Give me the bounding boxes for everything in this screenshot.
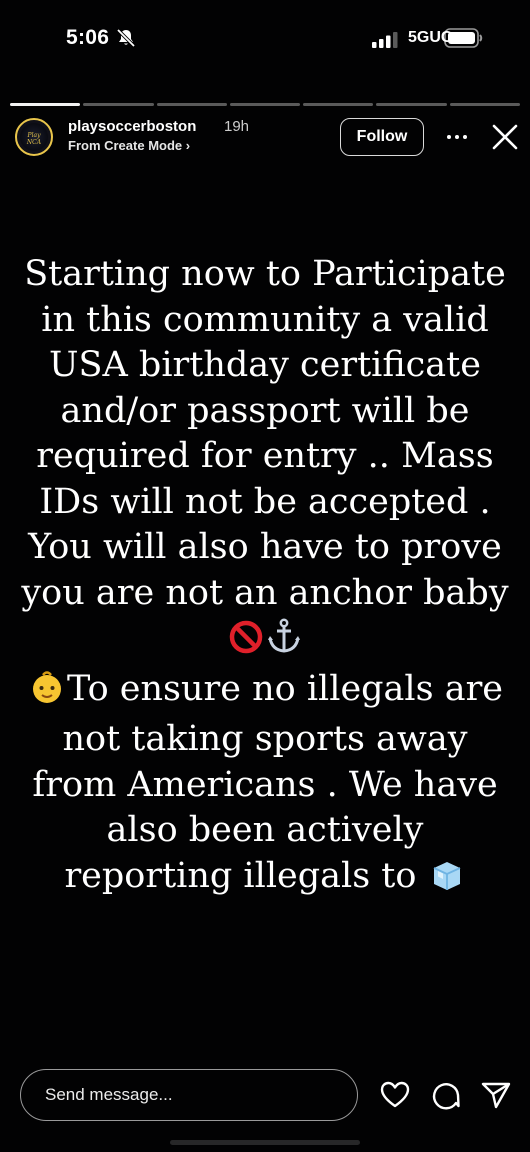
- avatar-logo-text: Play NCA: [26, 132, 42, 146]
- message-input[interactable]: [20, 1069, 358, 1121]
- more-dots-icon[interactable]: [441, 124, 473, 150]
- story-time-ago: 19h: [224, 118, 250, 135]
- heart-icon[interactable]: [379, 1079, 411, 1111]
- ice-cube-emoji: [430, 858, 464, 905]
- progress-segment: [229, 103, 301, 106]
- battery-icon: [444, 27, 484, 54]
- story-progress: [10, 103, 520, 107]
- baby-emoji: [29, 669, 65, 718]
- status-time: 5:06: [66, 26, 110, 49]
- create-mode-link[interactable]: From Create Mode ›: [68, 138, 190, 153]
- username[interactable]: playsoccerboston: [68, 118, 196, 135]
- progress-segment: [449, 103, 520, 106]
- follow-button[interactable]: Follow: [340, 118, 424, 156]
- status-bar: 5:06 5GUC: [0, 0, 530, 80]
- prohibited-emoji: [229, 620, 263, 667]
- story-screen: 5:06 5GUC Play NCA playsoccerboston 19h …: [0, 0, 530, 1152]
- progress-segment: [376, 103, 447, 106]
- progress-segment: [156, 103, 227, 106]
- anchor-emoji: [267, 618, 301, 667]
- cellular-signal-icon: [372, 32, 398, 53]
- progress-segment: [83, 103, 154, 106]
- avatar[interactable]: Play NCA: [15, 118, 53, 156]
- progress-segment: [10, 103, 81, 106]
- progress-segment: [303, 103, 374, 106]
- home-indicator: [170, 1140, 360, 1145]
- story-text: Starting now to Participate in this comm…: [20, 252, 510, 904]
- bell-slash-icon: [116, 28, 136, 53]
- send-icon[interactable]: [480, 1079, 512, 1111]
- story-text-part1: Starting now to Participate in this comm…: [21, 254, 509, 613]
- close-icon[interactable]: [490, 122, 520, 152]
- comment-icon[interactable]: [430, 1079, 462, 1111]
